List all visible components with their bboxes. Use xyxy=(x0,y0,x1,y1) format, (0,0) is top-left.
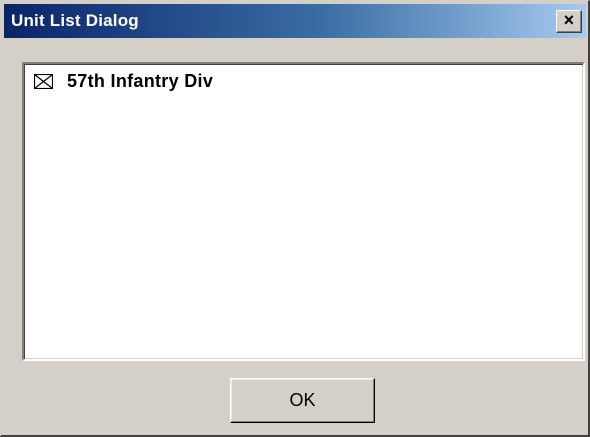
window-title: Unit List Dialog xyxy=(11,11,139,30)
unit-list[interactable]: 57th Infantry Div xyxy=(22,62,585,361)
close-button[interactable]: × xyxy=(556,10,582,33)
list-item[interactable]: 57th Infantry Div xyxy=(33,69,214,93)
ok-button[interactable]: OK xyxy=(230,378,375,423)
title-bar[interactable]: Unit List Dialog × xyxy=(4,4,586,38)
unit-list-dialog: Unit List Dialog × 57th Infantry Div OK xyxy=(0,0,590,437)
close-icon: × xyxy=(563,10,575,30)
envelope-icon xyxy=(33,73,54,89)
list-item-label: 57th Infantry Div xyxy=(67,70,214,91)
